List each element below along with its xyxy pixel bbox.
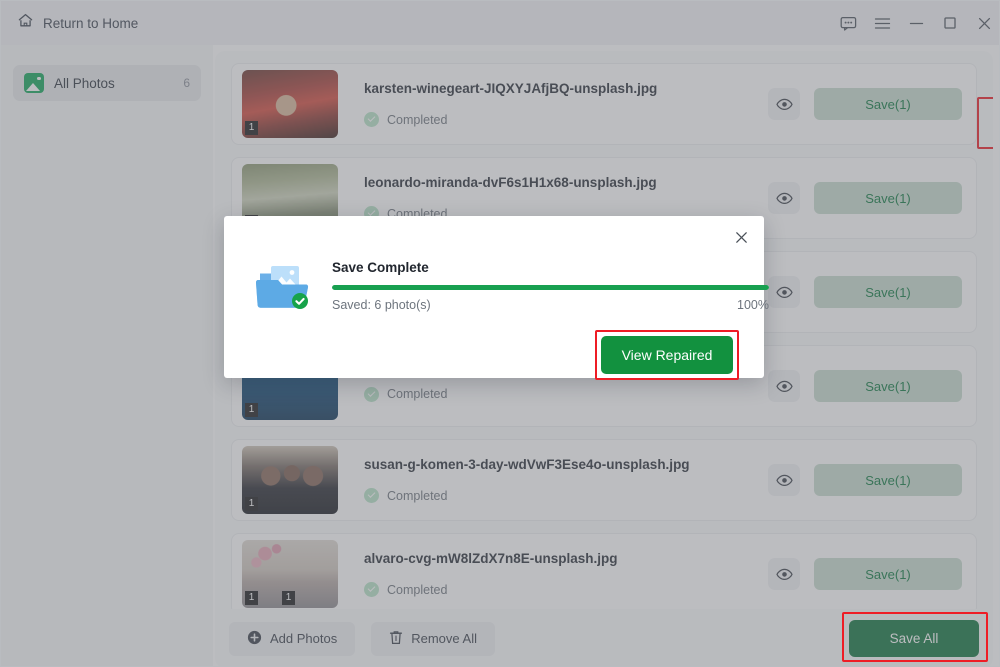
view-repaired-button[interactable]: View Repaired	[601, 336, 733, 374]
progress-percent-label: 100%	[737, 298, 769, 312]
progress-meta: Saved: 6 photo(s) 100%	[332, 298, 769, 312]
dialog-texts: Save Complete Saved: 6 photo(s) 100%	[332, 260, 769, 312]
saved-count-label: Saved: 6 photo(s)	[332, 298, 431, 312]
save-complete-dialog: Save Complete Saved: 6 photo(s) 100% Vie…	[224, 216, 769, 380]
progress-bar	[332, 285, 769, 290]
dialog-body: Save Complete Saved: 6 photo(s) 100%	[255, 260, 769, 312]
dialog-card: Save Complete Saved: 6 photo(s) 100% Vie…	[224, 216, 769, 380]
close-icon[interactable]	[728, 224, 754, 250]
dialog-title: Save Complete	[332, 260, 429, 275]
folder-photo-check-icon	[255, 262, 310, 310]
app-window: Return to Home All Photos 6 1 karsten-wi…	[0, 0, 1000, 667]
progress-bar-fill	[332, 285, 769, 290]
